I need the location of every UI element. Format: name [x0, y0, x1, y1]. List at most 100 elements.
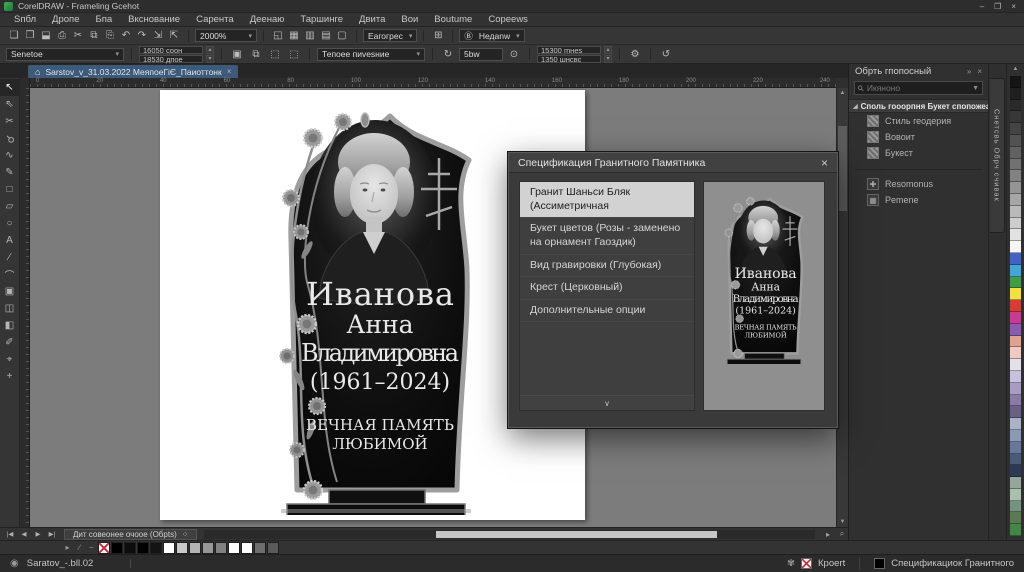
color-swatch[interactable] [1010, 123, 1021, 135]
menu-item[interactable]: Двита [351, 14, 393, 25]
polygon-tool[interactable]: ▱ [0, 198, 19, 215]
color-swatch[interactable] [1010, 135, 1021, 147]
color-swatch[interactable] [254, 542, 266, 554]
open-icon[interactable]: ❐ [22, 29, 38, 43]
dialog-title-bar[interactable]: Спецификация Гранитного Памятника × [509, 153, 837, 173]
zoom-tool-small-icon[interactable]: ⌕ [836, 529, 848, 539]
horizontal-scrollbar[interactable] [204, 530, 815, 539]
color-swatch[interactable] [1010, 465, 1021, 477]
color-swatch[interactable] [1010, 524, 1021, 536]
specification-item[interactable]: Вид гравировки (Глубокая) [520, 255, 694, 278]
size-spin-down-button[interactable]: ▾ [604, 55, 612, 63]
menu-item[interactable]: Вои [393, 14, 426, 25]
outline-color-swatch[interactable] [801, 558, 812, 569]
color-swatch[interactable] [1010, 277, 1021, 289]
artistic-media-tool[interactable]: ✎ [0, 164, 19, 181]
scroll-down-icon[interactable]: ▼ [840, 517, 846, 527]
color-swatch[interactable] [137, 542, 149, 554]
save-icon[interactable]: ⬓ [38, 29, 54, 43]
docker-tree-item[interactable]: Стиль геодерия [849, 113, 988, 129]
snap-select[interactable]: Еагогрес ▾ [363, 29, 417, 42]
freehand-tool[interactable]: ∿ [0, 147, 19, 164]
docker-tree-item[interactable]: Букест [849, 145, 988, 161]
color-swatch[interactable] [1010, 395, 1021, 407]
view-simple-wireframe-icon[interactable]: ▦ [286, 29, 302, 43]
maximize-button[interactable]: ❐ [994, 2, 1001, 11]
spin-up-button[interactable]: ▴ [206, 46, 214, 54]
docker-collapse-icon[interactable]: » [967, 67, 971, 76]
search-input[interactable] [867, 83, 969, 93]
menu-item[interactable]: Сарента [188, 14, 242, 25]
specification-item[interactable]: Гранит Шаньси Бляк (Ассиметричная [520, 182, 694, 218]
color-swatch[interactable] [1010, 324, 1021, 336]
color-swatch[interactable] [1010, 442, 1021, 454]
palette-flyout-icon[interactable]: ▸ [62, 543, 73, 552]
arc-tool[interactable]: ⌒ [0, 266, 19, 283]
color-swatch[interactable] [163, 542, 175, 554]
docker-side-tab[interactable]: Снетсвь Обрч счивак [990, 78, 1005, 233]
color-swatch[interactable] [1010, 241, 1021, 253]
color-swatch[interactable] [176, 542, 188, 554]
rotate-icon[interactable]: ↻ [440, 47, 456, 61]
menu-item[interactable]: Sпбл [6, 14, 44, 25]
launcher-select[interactable]: Ⓑ Недаnw ▾ [459, 29, 524, 42]
color-swatch[interactable] [241, 542, 253, 554]
pan-right-icon[interactable]: ▸ [822, 530, 834, 539]
docker-tree-item[interactable]: ▦ Pemene [849, 192, 988, 208]
fullscreen-preview-icon[interactable]: ◱ [270, 29, 286, 43]
palette-minus-icon[interactable]: − [86, 543, 97, 552]
color-swatch[interactable] [1010, 406, 1021, 418]
docker-tree-item[interactable]: Вовоит [849, 129, 988, 145]
y-position-field[interactable]: 18530 дпое [139, 55, 203, 63]
color-swatch[interactable] [1010, 383, 1021, 395]
pick-tool[interactable]: ↖ [0, 79, 19, 96]
color-swatch[interactable] [1010, 512, 1021, 524]
dialog-close-icon[interactable]: × [821, 156, 828, 170]
color-swatch[interactable] [1010, 489, 1021, 501]
crop-tool[interactable]: ✂ [0, 113, 19, 130]
list-scroll-down-button[interactable]: ∨ [520, 395, 694, 410]
next-page-button[interactable]: ▶ [32, 530, 44, 538]
close-button[interactable]: × [1011, 2, 1016, 11]
mesh-tool[interactable]: ◫ [0, 300, 19, 317]
color-swatch[interactable] [1010, 418, 1021, 430]
color-swatch[interactable] [1010, 300, 1021, 312]
color-swatch[interactable] [1010, 347, 1021, 359]
ellipse-tool[interactable]: ○ [0, 215, 19, 232]
color-swatch[interactable] [111, 542, 123, 554]
eyedropper-tool[interactable]: ⌖ [0, 351, 19, 368]
color-swatch[interactable] [1010, 477, 1021, 489]
no-color-swatch[interactable] [98, 542, 110, 554]
vertical-scroll-thumb[interactable] [838, 126, 847, 211]
menu-item[interactable]: Бпа [87, 14, 120, 25]
color-swatch[interactable] [1010, 371, 1021, 383]
group-icon[interactable]: ⧉ [248, 47, 264, 61]
docker-tree-item[interactable]: ✚ Resomonus [849, 176, 988, 192]
to-front-icon[interactable]: ▣ [229, 47, 245, 61]
menu-item[interactable]: Boutume [426, 14, 480, 25]
docker-search[interactable]: ⚲ ▼ [854, 81, 983, 95]
menu-item[interactable]: Деенаю [242, 14, 293, 25]
redo-icon[interactable]: ↷ [134, 29, 150, 43]
color-swatch[interactable] [1010, 206, 1021, 218]
color-swatch[interactable] [1010, 182, 1021, 194]
color-swatch[interactable] [1010, 454, 1021, 466]
color-swatch[interactable] [1010, 218, 1021, 230]
color-swatch[interactable] [1010, 336, 1021, 348]
weld-select[interactable]: Тепоее пиvеsние ▾ [317, 48, 425, 61]
horizontal-scroll-thumb[interactable] [436, 531, 717, 538]
color-swatch[interactable] [1010, 359, 1021, 371]
menu-item[interactable]: Дропе [44, 14, 87, 25]
color-swatch[interactable] [228, 542, 240, 554]
print-icon[interactable]: ⎙ [54, 29, 70, 43]
color-swatch[interactable] [1010, 100, 1021, 112]
frame-tool[interactable]: ▣ [0, 283, 19, 300]
color-swatch[interactable] [1010, 501, 1021, 513]
document-tab[interactable]: ⌂ Sarstov_v_31.03.2022 МеяпоеГіЄ_Паиотто… [28, 65, 238, 78]
view-page-border-icon[interactable]: ▢ [334, 29, 350, 43]
preset-select[interactable]: Senetoe ▾ [6, 48, 124, 61]
text-tool[interactable]: A [0, 232, 19, 249]
lock-icon[interactable]: ⊙ [506, 47, 522, 61]
color-swatch[interactable] [1010, 253, 1021, 265]
color-swatch[interactable] [1010, 265, 1021, 277]
